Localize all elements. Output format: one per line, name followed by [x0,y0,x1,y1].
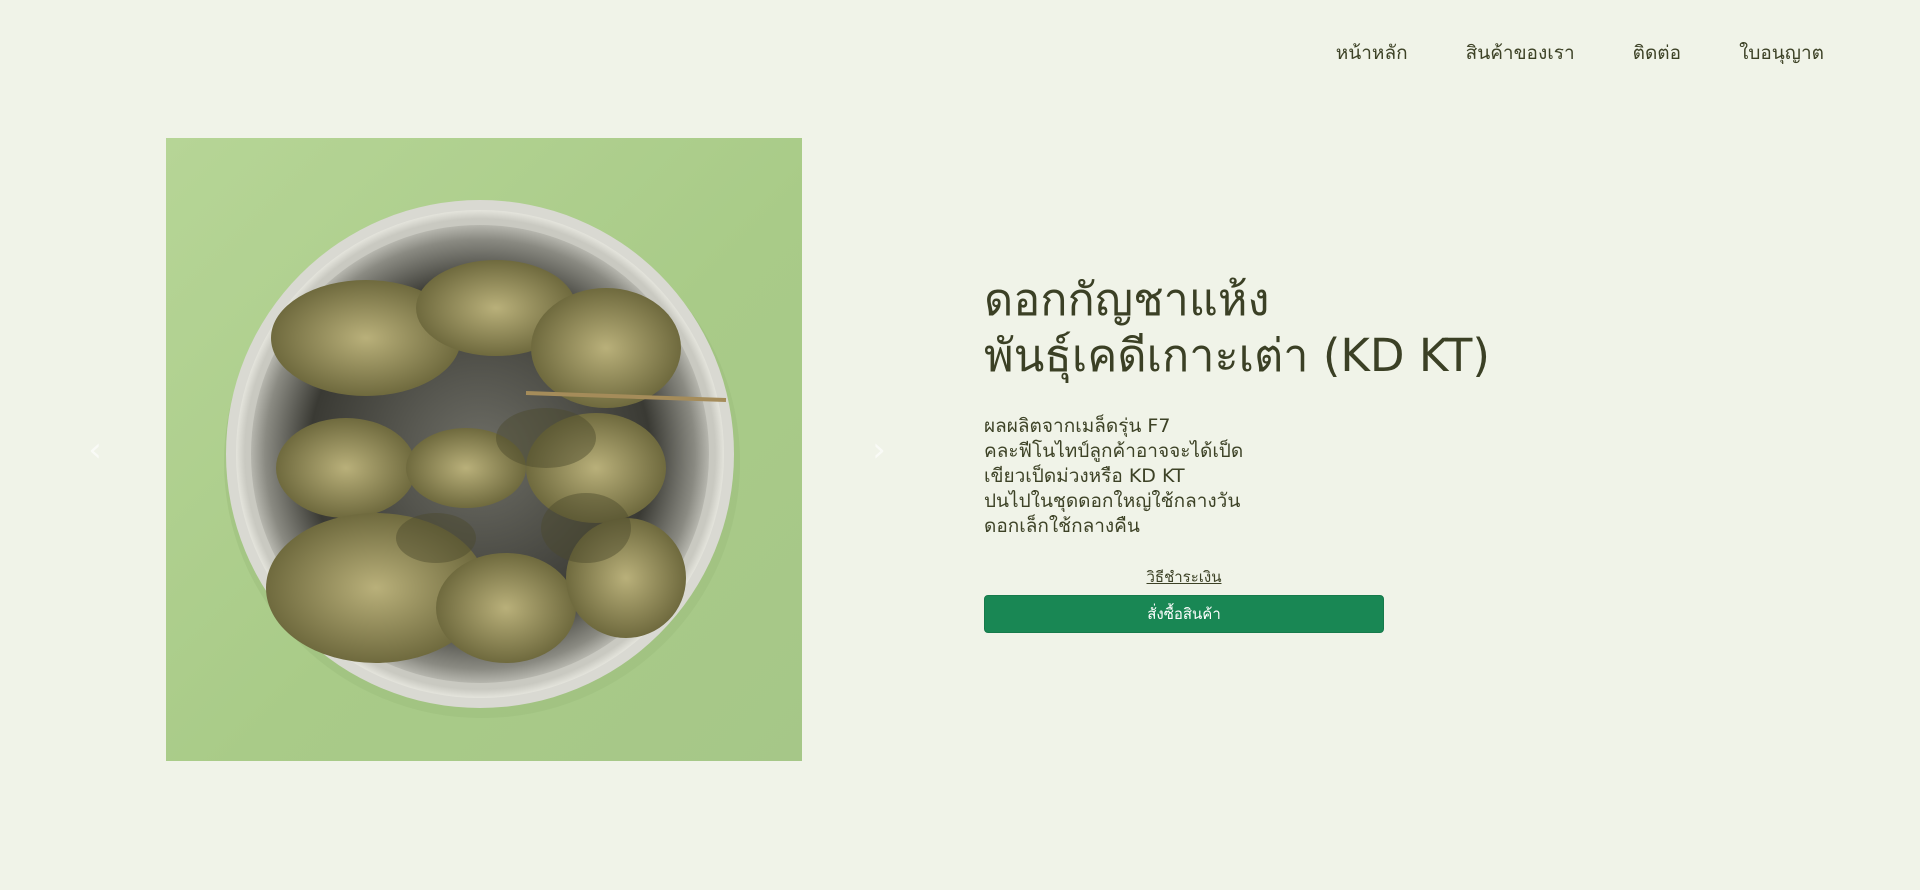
product-title-line-2: พันธุ์เคดีเกาะเต่า (KD KT) [984,329,1490,382]
product-photo [166,138,802,761]
product-description: ผลผลิตจากเมล็ดรุ่น F7 คละฟีโนไทป์ลูกค้าอ… [984,414,1504,539]
product-carousel: ‹ › [88,138,886,761]
product-info: ดอกกัญชาแห้ง พันธุ์เคดีเกาะเต่า (KD KT) … [984,272,1504,633]
description-line: ดอกเล็กใช้กลางคืน [984,515,1140,537]
top-navigation: หน้าหลัก สินค้าของเรา ติดต่อ ใบอนุญาต [1336,38,1824,68]
chevron-right-icon[interactable]: › [864,433,894,467]
nav-license[interactable]: ใบอนุญาต [1739,38,1824,68]
product-title: ดอกกัญชาแห้ง พันธุ์เคดีเกาะเต่า (KD KT) [984,272,1504,384]
order-button[interactable]: สั่งซื้อสินค้า [984,595,1384,633]
description-line: เขียวเป็ดม่วงหรือ KD KT [984,465,1185,487]
payment-method-link[interactable]: วิธีชำระเงิน [984,565,1384,589]
nav-contact[interactable]: ติดต่อ [1633,38,1681,68]
nav-home[interactable]: หน้าหลัก [1336,38,1408,68]
description-line: ปนไปในชุดดอกใหญ่ใช้กลางวัน [984,490,1241,512]
nav-products[interactable]: สินค้าของเรา [1466,38,1575,68]
description-line: ผลผลิตจากเมล็ดรุ่น F7 [984,415,1171,437]
chevron-left-icon[interactable]: ‹ [80,433,110,467]
product-title-line-1: ดอกกัญชาแห้ง [984,273,1270,326]
description-line: คละฟีโนไทป์ลูกค้าอาจจะได้เป็ด [984,440,1244,462]
